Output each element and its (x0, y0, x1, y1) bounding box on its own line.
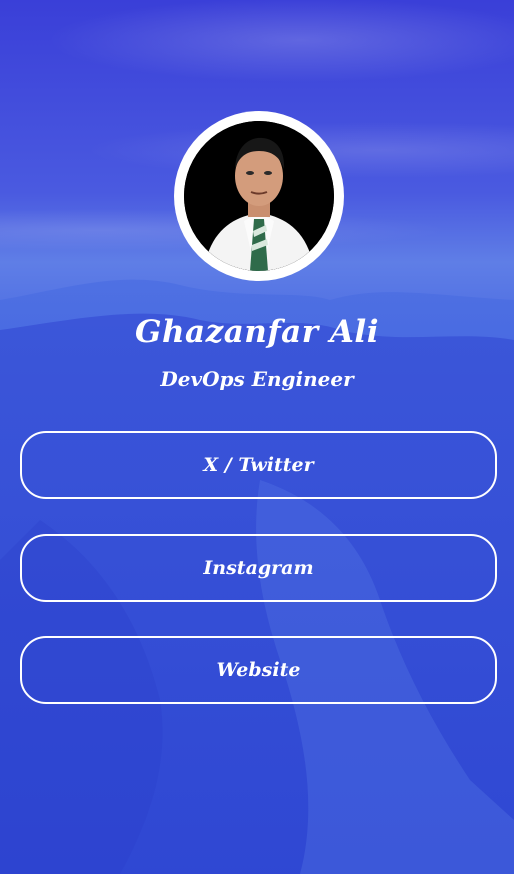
profile-role: DevOps Engineer (160, 367, 354, 391)
instagram-link-button[interactable]: Instagram (20, 534, 497, 602)
website-link-button[interactable]: Website (20, 636, 497, 704)
profile-photo (184, 121, 334, 271)
avatar (184, 121, 334, 271)
link-label: X / Twitter (203, 454, 314, 476)
link-label: Instagram (203, 557, 314, 579)
link-label: Website (216, 659, 301, 681)
x-twitter-link-button[interactable]: X / Twitter (20, 431, 497, 499)
avatar-ring (174, 111, 344, 281)
profile-name: Ghazanfar Ali (135, 314, 379, 350)
